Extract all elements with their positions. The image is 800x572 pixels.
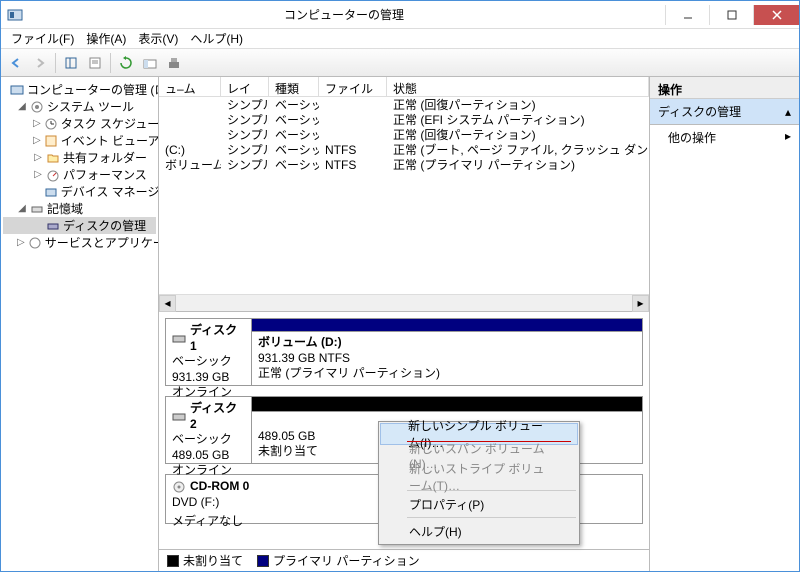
- collapse-icon: ▴: [785, 105, 791, 119]
- scroll-left-button[interactable]: ◂: [159, 295, 176, 312]
- disk-icon: [172, 332, 186, 346]
- settings-button[interactable]: [163, 52, 185, 74]
- ctx-properties[interactable]: プロパティ(P): [381, 493, 577, 515]
- disk-icon: [172, 410, 186, 424]
- col-type[interactable]: 種類: [269, 77, 319, 96]
- menu-view[interactable]: 表示(V): [132, 28, 184, 49]
- menu-action[interactable]: 操作(A): [80, 28, 132, 49]
- scroll-right-button[interactable]: ▸: [632, 295, 649, 312]
- storage-icon: [30, 202, 44, 216]
- col-layout[interactable]: レイアウト: [221, 77, 269, 96]
- tree-event[interactable]: ▷イベント ビューアー: [3, 132, 156, 149]
- volume-row[interactable]: シンプルベーシック正常 (EFI システム パーティション): [159, 112, 649, 127]
- close-button[interactable]: [753, 5, 799, 25]
- title-bar: コンピューターの管理: [1, 1, 799, 29]
- tree-perf[interactable]: ▷パフォーマンス: [3, 166, 156, 183]
- disk-icon: [46, 219, 60, 233]
- minimize-button[interactable]: [665, 5, 709, 25]
- disk-2-label: ディスク 2 ベーシック 489.05 GB オンライン: [166, 397, 252, 463]
- actions-header: 操作: [650, 77, 799, 99]
- properties-button[interactable]: [84, 52, 106, 74]
- help-button[interactable]: [139, 52, 161, 74]
- actions-selected[interactable]: ディスクの管理 ▴: [650, 99, 799, 125]
- device-icon: [44, 185, 58, 199]
- tree-shared[interactable]: ▷共有フォルダー: [3, 149, 156, 166]
- tree-devmgr[interactable]: ▷デバイス マネージャー: [3, 183, 156, 200]
- services-icon: [28, 236, 42, 250]
- window-title: コンピューターの管理: [23, 6, 665, 23]
- volume-row[interactable]: シンプルベーシック正常 (回復パーティション): [159, 97, 649, 112]
- cdrom-icon: [172, 480, 186, 494]
- ctx-new-stripe-volume: 新しいストライプ ボリューム(T)…: [381, 466, 577, 488]
- refresh-button[interactable]: [115, 52, 137, 74]
- volume-row[interactable]: (C:)シンプルベーシックNTFS正常 (ブート, ページ ファイル, クラッシ…: [159, 142, 649, 157]
- volume-row[interactable]: ボリューム (D:)シンプルベーシックNTFS正常 (プライマリ パーティション…: [159, 157, 649, 172]
- perf-icon: [46, 168, 60, 182]
- menu-file[interactable]: ファイル(F): [5, 28, 80, 49]
- disk-1-label: ディスク 1 ベーシック 931.39 GB オンライン: [166, 319, 252, 385]
- tree-task[interactable]: ▷タスク スケジューラ: [3, 115, 156, 132]
- folder-icon: [46, 151, 60, 165]
- actions-panel: 操作 ディスクの管理 ▴ 他の操作 ▸: [649, 77, 799, 571]
- navigation-tree[interactable]: コンピューターの管理 (ローカル) ◢システム ツール ▷タスク スケジューラ …: [1, 77, 159, 571]
- clock-icon: [44, 117, 58, 131]
- actions-other[interactable]: 他の操作 ▸: [650, 125, 799, 150]
- tree-systools[interactable]: ◢システム ツール: [3, 98, 156, 115]
- context-menu: 新しいシンプル ボリューム(I)… 新しいスパン ボリューム(N)… 新しいスト…: [378, 421, 580, 545]
- col-status[interactable]: 状態: [387, 77, 649, 96]
- back-button[interactable]: [5, 52, 27, 74]
- app-icon: [7, 7, 23, 23]
- disk-1-volume[interactable]: ボリューム (D:) 931.39 GB NTFS 正常 (プライマリ パーティ…: [252, 319, 642, 385]
- disk-1[interactable]: ディスク 1 ベーシック 931.39 GB オンライン ボリューム (D:) …: [165, 318, 643, 386]
- volume-list: ュ–ム レイアウト 種類 ファイル システム 状態 シンプルベーシック正常 (回…: [159, 77, 649, 312]
- volume-row[interactable]: シンプルベーシック正常 (回復パーティション): [159, 127, 649, 142]
- ctx-help[interactable]: ヘルプ(H): [381, 520, 577, 542]
- tree-root[interactable]: コンピューターの管理 (ローカル): [3, 81, 156, 98]
- menu-help[interactable]: ヘルプ(H): [184, 28, 249, 49]
- volume-list-body[interactable]: シンプルベーシック正常 (回復パーティション)シンプルベーシック正常 (EFI …: [159, 97, 649, 294]
- computer-icon: [10, 83, 24, 97]
- forward-button[interactable]: [29, 52, 51, 74]
- volume-list-header: ュ–ム レイアウト 種類 ファイル システム 状態: [159, 77, 649, 97]
- event-icon: [44, 134, 58, 148]
- tools-icon: [30, 100, 44, 114]
- legend: 未割り当て プライマリ パーティション: [159, 549, 649, 571]
- toolbar: [1, 49, 799, 77]
- chevron-right-icon: ▸: [785, 129, 791, 146]
- horizontal-scrollbar[interactable]: ◂ ▸: [159, 294, 649, 311]
- tree-diskmgmt[interactable]: ▷ディスクの管理: [3, 217, 156, 234]
- menu-bar: ファイル(F) 操作(A) 表示(V) ヘルプ(H): [1, 29, 799, 49]
- tree-services[interactable]: ▷サービスとアプリケーション: [3, 234, 156, 251]
- tree-storage[interactable]: ◢記憶域: [3, 200, 156, 217]
- maximize-button[interactable]: [709, 5, 753, 25]
- show-hide-button[interactable]: [60, 52, 82, 74]
- col-volume[interactable]: ュ–ム: [159, 77, 221, 96]
- col-fs[interactable]: ファイル システム: [319, 77, 387, 96]
